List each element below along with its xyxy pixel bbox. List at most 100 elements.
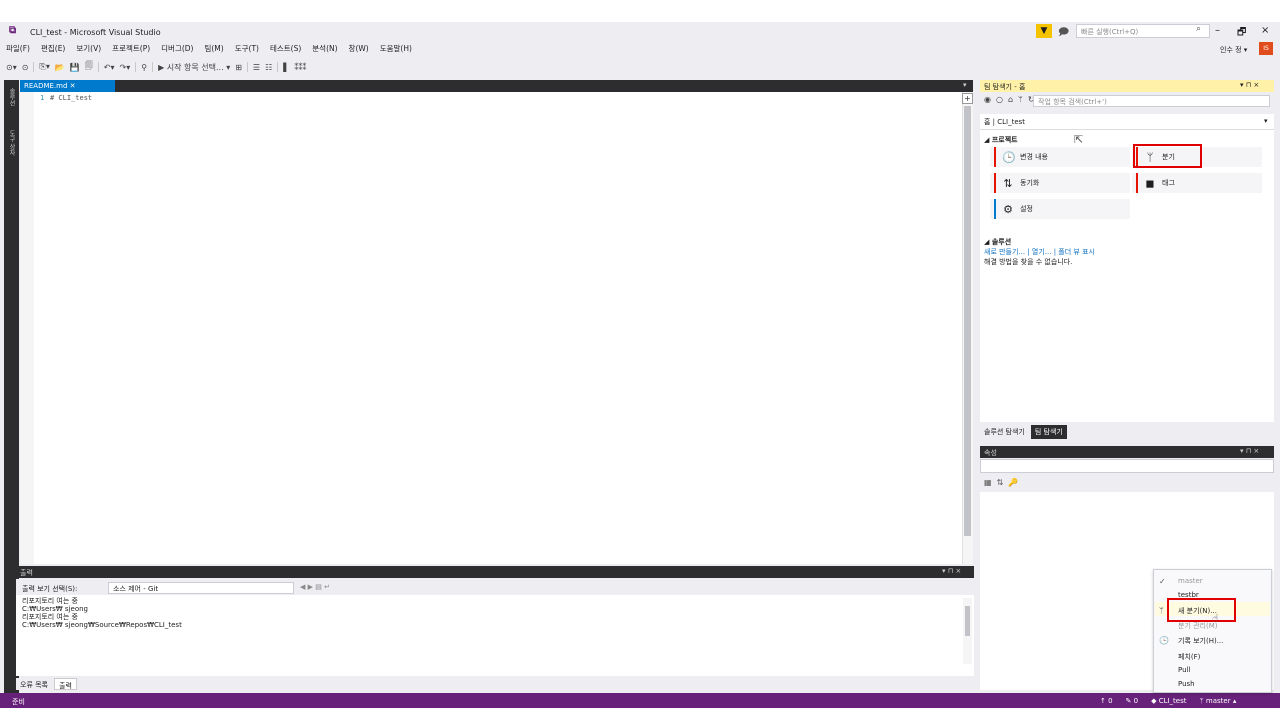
forward-icon[interactable]: ○ xyxy=(996,95,1003,104)
tile-changes[interactable]: 🕒 변경 내용 xyxy=(990,147,1130,167)
menu-view[interactable]: 보기(V) xyxy=(76,43,101,54)
properties-controls[interactable]: ▾ ⊓ × xyxy=(1240,447,1259,455)
properties-object-select[interactable] xyxy=(980,459,1274,473)
alphabetical-icon[interactable]: ⇅ xyxy=(997,478,1004,487)
repo-name[interactable]: ◆ CLI_test xyxy=(1151,697,1186,705)
menu-file[interactable]: 파일(F) xyxy=(6,43,30,54)
output-scrollbar-thumb[interactable] xyxy=(965,606,970,636)
menu-analyze[interactable]: 분석(N) xyxy=(312,43,337,54)
bookmark-icon[interactable]: ▌ xyxy=(283,63,289,72)
new-project-icon[interactable]: ⎘▾ xyxy=(39,62,49,72)
tab-readme[interactable]: README.md ✕ xyxy=(20,80,115,92)
toolbar-separator xyxy=(246,62,248,72)
solutions-links[interactable]: 새로 만들기... | 열기... | 폴더 뷰 표시 xyxy=(984,247,1095,257)
menu-test[interactable]: 테스트(S) xyxy=(270,43,301,54)
clock-icon: 🕒 xyxy=(1002,150,1016,164)
pull-menu-item[interactable]: Pull xyxy=(1178,666,1190,674)
tab-team-explorer[interactable]: 팀 탐색기 xyxy=(1030,425,1067,439)
tile-accent xyxy=(1136,173,1138,193)
output-source-label: 출력 보기 선택(S): xyxy=(22,585,78,593)
feedback-icon[interactable]: 🗩 xyxy=(1058,25,1069,42)
menu-edit[interactable]: 편집(E) xyxy=(41,43,65,54)
team-explorer-controls[interactable]: ▾ ⊓ × xyxy=(1240,81,1259,89)
editor-tab-dropdown[interactable]: ▾ xyxy=(963,81,967,89)
toolbar-separator xyxy=(277,62,279,72)
menu-debug[interactable]: 디버그(D) xyxy=(161,43,193,54)
pending-changes[interactable]: ✎ 0 xyxy=(1126,697,1139,705)
page-title[interactable]: 홈 | CLI_test xyxy=(984,117,1025,127)
property-pages-icon[interactable]: 🔑 xyxy=(1008,478,1018,487)
menu-tools[interactable]: 도구(T) xyxy=(235,43,259,54)
redo-icon[interactable]: ↷▾ xyxy=(120,63,131,72)
save-icon[interactable]: 💾 xyxy=(70,63,80,72)
menu-team[interactable]: 팀(M) xyxy=(204,43,223,54)
back-icon[interactable]: ◉ xyxy=(984,95,991,104)
bookmark-nav-icon[interactable]: ⁑⁑⁑ xyxy=(294,63,306,72)
editor-tab-bar xyxy=(20,80,973,92)
tab-output[interactable]: 출력 xyxy=(54,678,77,690)
highlight-box xyxy=(1167,598,1236,622)
home-dropdown-icon[interactable]: ▾ xyxy=(1264,117,1268,125)
clear-all-icon[interactable]: ▤ xyxy=(315,583,322,591)
status-right: ↑ 0 ✎ 0 ◆ CLI_test ᛘ master ▴ xyxy=(1100,697,1236,705)
toolbar-separator xyxy=(152,62,154,72)
open-icon[interactable]: 📂 xyxy=(55,63,65,72)
branch-selector[interactable]: ᛘ master ▴ xyxy=(1200,697,1237,705)
home-icon[interactable]: ⌂ xyxy=(1008,95,1013,104)
push-count[interactable]: ↑ 0 xyxy=(1100,697,1113,705)
connect-icon[interactable]: ᛘ xyxy=(1018,95,1023,104)
output-panel-controls[interactable]: ▾ ⊓ × xyxy=(942,567,961,575)
tile-accent xyxy=(994,199,996,219)
word-wrap-icon[interactable]: ↵ xyxy=(324,583,330,591)
push-menu-item[interactable]: Push xyxy=(1178,680,1195,688)
editor-line-text[interactable]: # CLI_test xyxy=(50,94,92,102)
editor-scrollbar-thumb[interactable] xyxy=(964,106,971,536)
branch-menu xyxy=(1153,569,1272,693)
output-source-select[interactable]: 소스 제어 - Git xyxy=(108,582,294,594)
tab-solution-explorer[interactable]: 솔루션 탐색기 xyxy=(980,425,1029,439)
tab-error-list[interactable]: 오류 목록 xyxy=(16,678,52,690)
save-all-icon[interactable]: 🗐 xyxy=(85,60,93,74)
tile-settings[interactable]: ⚙ 설정 xyxy=(990,199,1130,219)
solutions-section: ◢ 솔루션 새로 만들기... | 열기... | 폴더 뷰 표시 해결 방법을… xyxy=(984,237,1095,267)
solution-explorer-side-tab[interactable]: 솔루션 xyxy=(7,88,16,106)
project-section-header[interactable]: ◢ 프로젝트 xyxy=(984,135,1018,145)
tile-changes-label: 변경 내용 xyxy=(1020,153,1048,161)
view-history-menu-item[interactable]: 기록 보기(H)... xyxy=(1178,636,1223,646)
output-prev-icon[interactable]: ◀ xyxy=(300,583,305,591)
output-next-icon[interactable]: ▶ xyxy=(308,583,313,591)
outdent-icon[interactable]: ☷ xyxy=(265,63,272,72)
close-button[interactable]: × xyxy=(1261,25,1269,36)
properties-tools: ▦ ⇅ 🔑 xyxy=(984,478,1018,487)
search-icon[interactable]: ⌕ xyxy=(1196,24,1201,34)
solutions-section-header[interactable]: ◢ 솔루션 xyxy=(984,237,1095,247)
menu-help[interactable]: 도움말(H) xyxy=(380,43,412,54)
fetch-menu-item[interactable]: 페치(F) xyxy=(1178,652,1200,662)
undo-icon[interactable]: ↶▾ xyxy=(104,63,115,72)
categorized-icon[interactable]: ▦ xyxy=(984,478,992,487)
step-icon[interactable]: ⊞ xyxy=(235,63,242,72)
toolbox-side-tab[interactable]: 도구 상자 xyxy=(7,130,16,156)
window-title: CLI_test - Microsoft Visual Studio xyxy=(30,28,161,37)
user-name[interactable]: 인수 정 ▾ xyxy=(1220,45,1247,55)
minimize-button[interactable]: – xyxy=(1215,25,1220,36)
forward-icon[interactable]: ⊙ xyxy=(22,63,29,72)
maximize-button[interactable]: 🗗 xyxy=(1237,25,1246,42)
team-explorer-tools: ◉ ○ ⌂ ᛘ ↻ xyxy=(984,95,1035,104)
menu-project[interactable]: 프로젝트(P) xyxy=(112,43,150,54)
filter-icon[interactable]: ▼ xyxy=(1036,24,1052,38)
menu-window[interactable]: 창(W) xyxy=(349,43,369,54)
tile-tags[interactable]: ◼ 태그 xyxy=(1132,173,1262,193)
split-editor-icon[interactable]: + xyxy=(962,93,973,104)
branch-item-master[interactable]: master xyxy=(1178,577,1203,585)
indent-icon[interactable]: ☰ xyxy=(253,63,260,72)
tile-sync[interactable]: ⇅ 동기화 xyxy=(990,173,1130,193)
code-editor[interactable] xyxy=(20,92,963,564)
tile-accent xyxy=(994,147,996,167)
back-icon[interactable]: ⊙▾ xyxy=(6,63,17,72)
start-button[interactable]: ▶ 시작 항목 선택... ▾ xyxy=(158,62,230,73)
work-item-search-input[interactable]: 작업 항목 검색(Ctrl+') xyxy=(1033,95,1270,107)
find-icon[interactable]: ⚲ xyxy=(141,63,147,72)
quick-launch-input[interactable]: 빠른 실행(Ctrl+Q) xyxy=(1076,24,1210,38)
avatar[interactable]: IS xyxy=(1259,42,1273,55)
